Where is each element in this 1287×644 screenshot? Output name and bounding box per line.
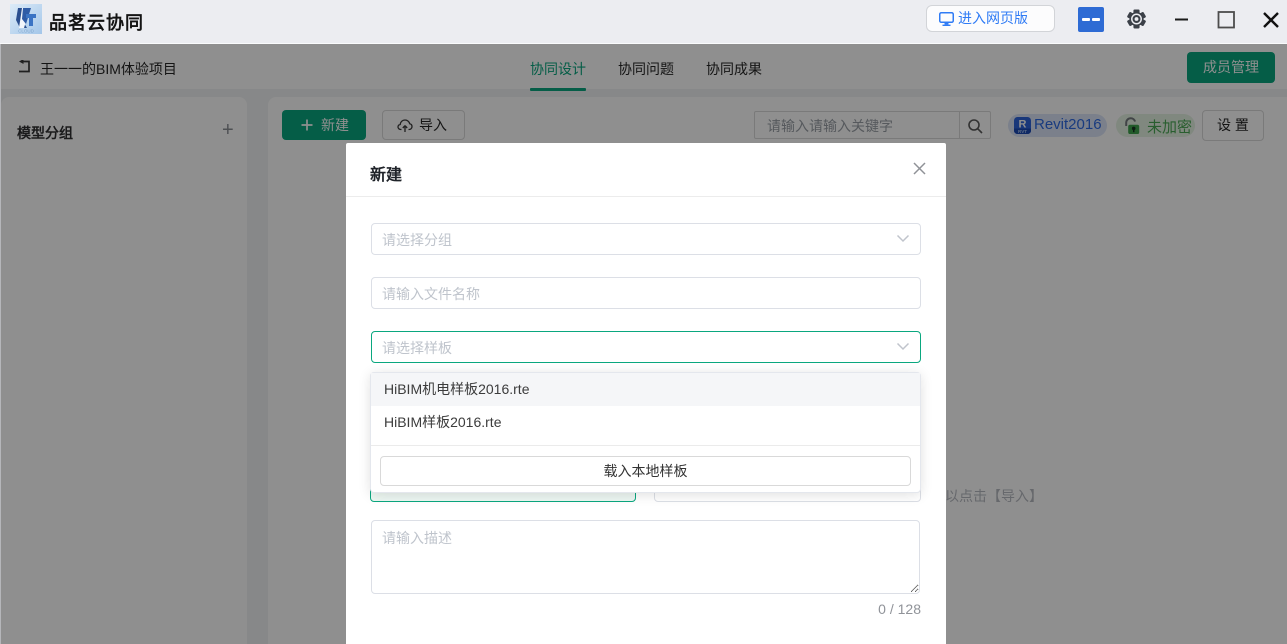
svg-text:CLOUD: CLOUD: [18, 29, 35, 34]
